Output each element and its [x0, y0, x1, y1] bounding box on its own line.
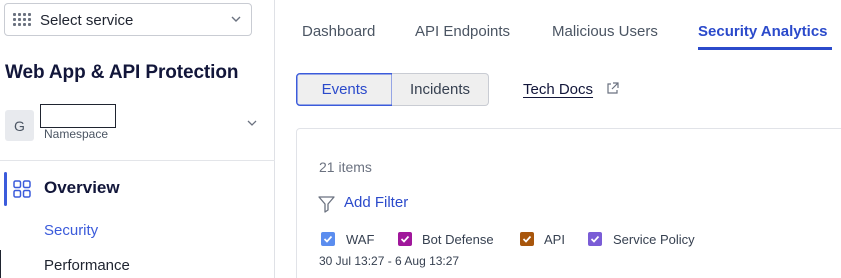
incidents-toggle-button[interactable]: Incidents [392, 73, 489, 106]
sidebar-item-security[interactable]: Security [44, 222, 98, 239]
service-select-label: Select service [40, 12, 134, 29]
external-link-icon [607, 82, 619, 94]
active-indicator [4, 172, 7, 206]
checkmark-icon [400, 235, 410, 243]
waf-checkbox[interactable] [321, 232, 335, 246]
legend-label: Service Policy [613, 232, 695, 247]
checkmark-icon [522, 235, 532, 243]
namespace-avatar: G [5, 110, 34, 141]
tab-malicious-users[interactable]: Malicious Users [552, 23, 658, 40]
namespace-label: Namespace [44, 127, 109, 141]
bot-defense-checkbox[interactable] [398, 232, 412, 246]
app-grid-icon [13, 13, 33, 27]
filter-funnel-icon [318, 196, 335, 213]
top-tabs: Dashboard API Endpoints Malicious Users … [276, 0, 841, 52]
sidebar-item-performance[interactable]: Performance [44, 257, 130, 274]
chevron-down-icon [231, 16, 241, 22]
overview-grid-icon [13, 180, 31, 198]
tab-security-analytics[interactable]: Security Analytics [698, 23, 828, 40]
tab-api-endpoints[interactable]: API Endpoints [415, 23, 510, 40]
date-range: 30 Jul 13:27 - 6 Aug 13:27 [319, 254, 460, 268]
service-select[interactable]: Select service [4, 3, 252, 36]
api-checkbox[interactable] [520, 232, 534, 246]
legend-label: API [544, 232, 565, 247]
main-content: Dashboard API Endpoints Malicious Users … [276, 0, 841, 278]
checkmark-icon [323, 235, 333, 243]
product-title: Web App & API Protection [5, 62, 239, 83]
service-policy-checkbox[interactable] [588, 232, 602, 246]
events-toggle-button[interactable]: Events [296, 73, 393, 106]
legend-label: WAF [346, 232, 375, 247]
sidebar: Select service Web App & API Protection … [0, 0, 275, 278]
chevron-down-icon[interactable] [247, 119, 257, 127]
legend-label: Bot Defense [422, 232, 494, 247]
sidebar-item-overview-label: Overview [44, 178, 120, 197]
left-edge-line [0, 250, 1, 278]
namespace-name-redacted [40, 104, 116, 128]
active-tab-underline [698, 47, 832, 50]
tab-dashboard[interactable]: Dashboard [302, 23, 375, 40]
items-count: 21 items [319, 159, 372, 175]
checkmark-icon [590, 235, 600, 243]
app-window: Select service Web App & API Protection … [0, 0, 841, 278]
tech-docs-link[interactable]: Tech Docs [523, 81, 593, 98]
add-filter-label: Add Filter [344, 194, 409, 211]
sidebar-divider [0, 160, 275, 161]
